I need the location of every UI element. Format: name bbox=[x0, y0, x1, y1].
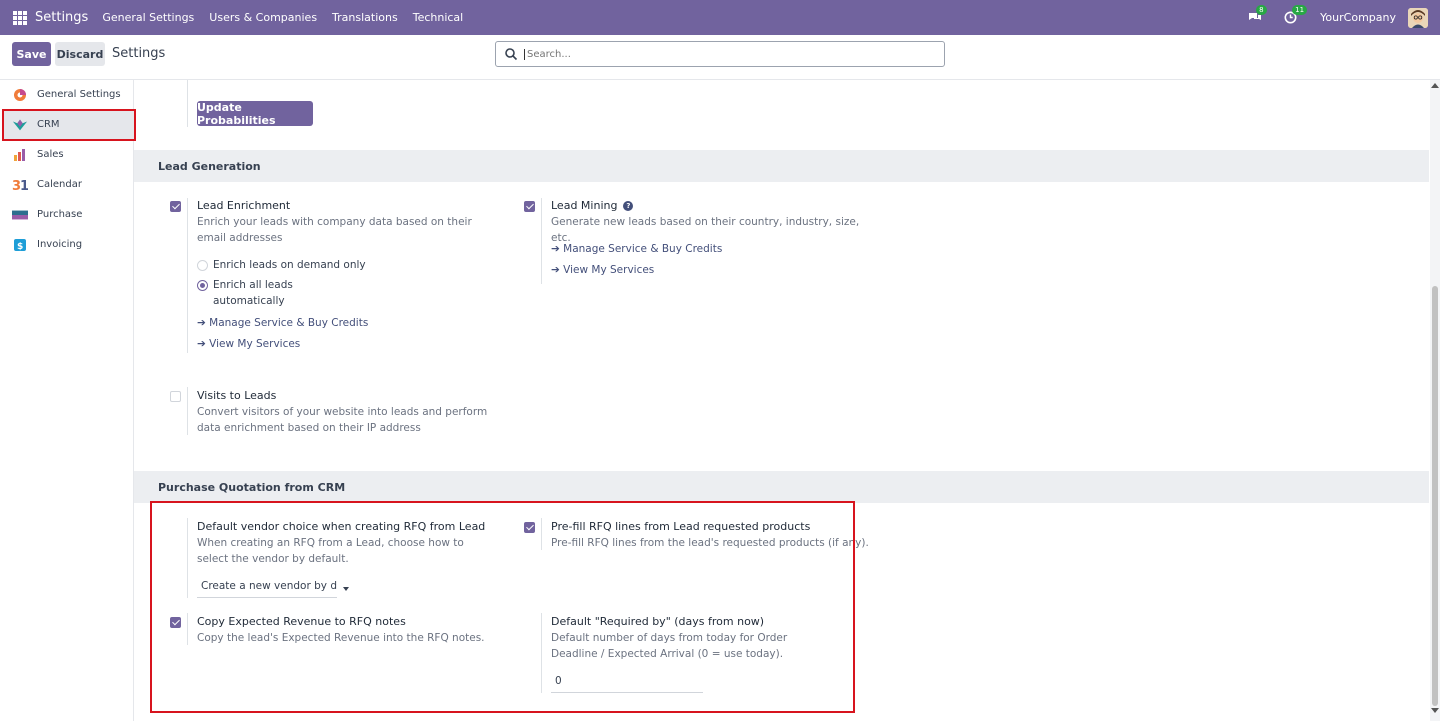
messages-icon[interactable]: 8 bbox=[1248, 4, 1267, 25]
messages-badge: 8 bbox=[1256, 4, 1267, 15]
setting-divider bbox=[187, 198, 188, 353]
sidebar-item-label: Purchase bbox=[37, 209, 83, 220]
help-question-icon[interactable]: ? bbox=[623, 201, 634, 211]
link-manage-credits-mining[interactable]: ➔ Manage Service & Buy Credits bbox=[551, 243, 722, 255]
sidebar-item-label: General Settings bbox=[37, 89, 121, 100]
sidebar-item-label: Sales bbox=[37, 149, 64, 160]
lead-enrichment-checkbox[interactable] bbox=[170, 201, 181, 212]
top-navbar: Settings General Settings Users & Compan… bbox=[0, 0, 1440, 35]
menu-users-companies[interactable]: Users & Companies bbox=[209, 11, 317, 24]
lead-mining-title-text: Lead Mining bbox=[551, 199, 618, 212]
sidebar-item-label: Calendar bbox=[37, 179, 82, 190]
scroll-up-arrow-icon[interactable] bbox=[1431, 83, 1439, 88]
user-avatar[interactable] bbox=[1408, 7, 1428, 28]
scroll-down-arrow-icon[interactable] bbox=[1431, 708, 1439, 713]
invoicing-icon: $ bbox=[12, 237, 28, 253]
section-heading-purchase-quotation: Purchase Quotation from CRM bbox=[134, 471, 1429, 503]
radio-enrich-on-demand-label[interactable]: Enrich leads on demand only bbox=[213, 257, 366, 273]
general-settings-icon bbox=[12, 87, 28, 103]
menu-general-settings[interactable]: General Settings bbox=[102, 11, 194, 24]
link-label: Manage Service & Buy Credits bbox=[563, 243, 723, 255]
activities-badge: 11 bbox=[1292, 4, 1308, 15]
activities-clock-icon[interactable]: 11 bbox=[1284, 4, 1308, 25]
setting-divider bbox=[541, 198, 542, 284]
visits-to-leads-desc: Convert visitors of your website into le… bbox=[197, 406, 488, 434]
svg-text:$: $ bbox=[17, 242, 23, 252]
lead-enrichment-desc: Enrich your leads with company data base… bbox=[197, 216, 472, 244]
search-icon bbox=[505, 48, 518, 61]
scroll-thumb[interactable] bbox=[1432, 286, 1438, 706]
sidebar-item-sales[interactable]: Sales bbox=[4, 140, 133, 169]
sidebar-item-general-settings[interactable]: General Settings bbox=[4, 80, 133, 109]
radio-enrich-all-auto[interactable] bbox=[197, 280, 208, 291]
highlight-box-purchase-quotation bbox=[150, 501, 855, 713]
search-input[interactable] bbox=[524, 48, 924, 60]
svg-text:1: 1 bbox=[20, 179, 28, 192]
setting-divider bbox=[187, 80, 188, 127]
lead-mining-title: Lead Mining? bbox=[551, 199, 634, 212]
visits-to-leads-title: Visits to Leads bbox=[197, 389, 277, 402]
sidebar-item-label: Invoicing bbox=[37, 239, 83, 250]
update-probabilities-button[interactable]: Update Probabilities bbox=[197, 101, 313, 127]
save-button[interactable]: Save bbox=[12, 42, 51, 66]
sidebar-item-purchase[interactable]: Purchase bbox=[4, 200, 133, 229]
highlight-box-crm bbox=[2, 109, 136, 141]
radio-enrich-all-auto-label[interactable]: Enrich all leads automatically bbox=[213, 277, 303, 309]
section-heading-lead-generation: Lead Generation bbox=[134, 150, 1429, 182]
company-switcher[interactable]: YourCompany bbox=[1320, 11, 1396, 24]
lead-enrichment-title: Lead Enrichment bbox=[197, 199, 291, 212]
radio-enrich-on-demand[interactable] bbox=[197, 260, 208, 271]
menu-translations[interactable]: Translations bbox=[332, 11, 398, 24]
link-label: View My Services bbox=[563, 264, 655, 276]
calendar-icon: 31 bbox=[12, 177, 28, 193]
discard-button[interactable]: Discard bbox=[55, 42, 105, 66]
menu-technical[interactable]: Technical bbox=[413, 11, 464, 24]
link-label: View My Services bbox=[209, 338, 301, 350]
link-label: Manage Service & Buy Credits bbox=[209, 317, 369, 329]
lead-mining-checkbox[interactable] bbox=[524, 201, 535, 212]
sidebar-item-invoicing[interactable]: $ Invoicing bbox=[4, 230, 133, 259]
purchase-icon bbox=[12, 207, 28, 223]
lead-mining-desc: Generate new leads based on their countr… bbox=[551, 216, 860, 244]
link-view-services-mining[interactable]: ➔ View My Services bbox=[551, 264, 654, 276]
page-title: Settings bbox=[112, 46, 166, 61]
sidebar-item-calendar[interactable]: 31 Calendar bbox=[4, 170, 133, 199]
link-view-services-enrichment[interactable]: ➔ View My Services bbox=[197, 338, 300, 350]
search-bar[interactable] bbox=[495, 41, 945, 67]
sales-icon bbox=[12, 147, 28, 163]
main-scrollbar[interactable] bbox=[1430, 80, 1440, 721]
setting-divider bbox=[187, 387, 188, 435]
link-manage-credits-enrichment[interactable]: ➔ Manage Service & Buy Credits bbox=[197, 317, 368, 329]
settings-sidebar: General Settings CRM Sales 31 Calendar P… bbox=[0, 80, 134, 721]
control-panel: Save Discard Settings bbox=[0, 35, 1440, 80]
visits-to-leads-checkbox[interactable] bbox=[170, 391, 181, 402]
apps-grid-icon[interactable] bbox=[13, 10, 27, 25]
app-brand[interactable]: Settings bbox=[35, 10, 88, 25]
